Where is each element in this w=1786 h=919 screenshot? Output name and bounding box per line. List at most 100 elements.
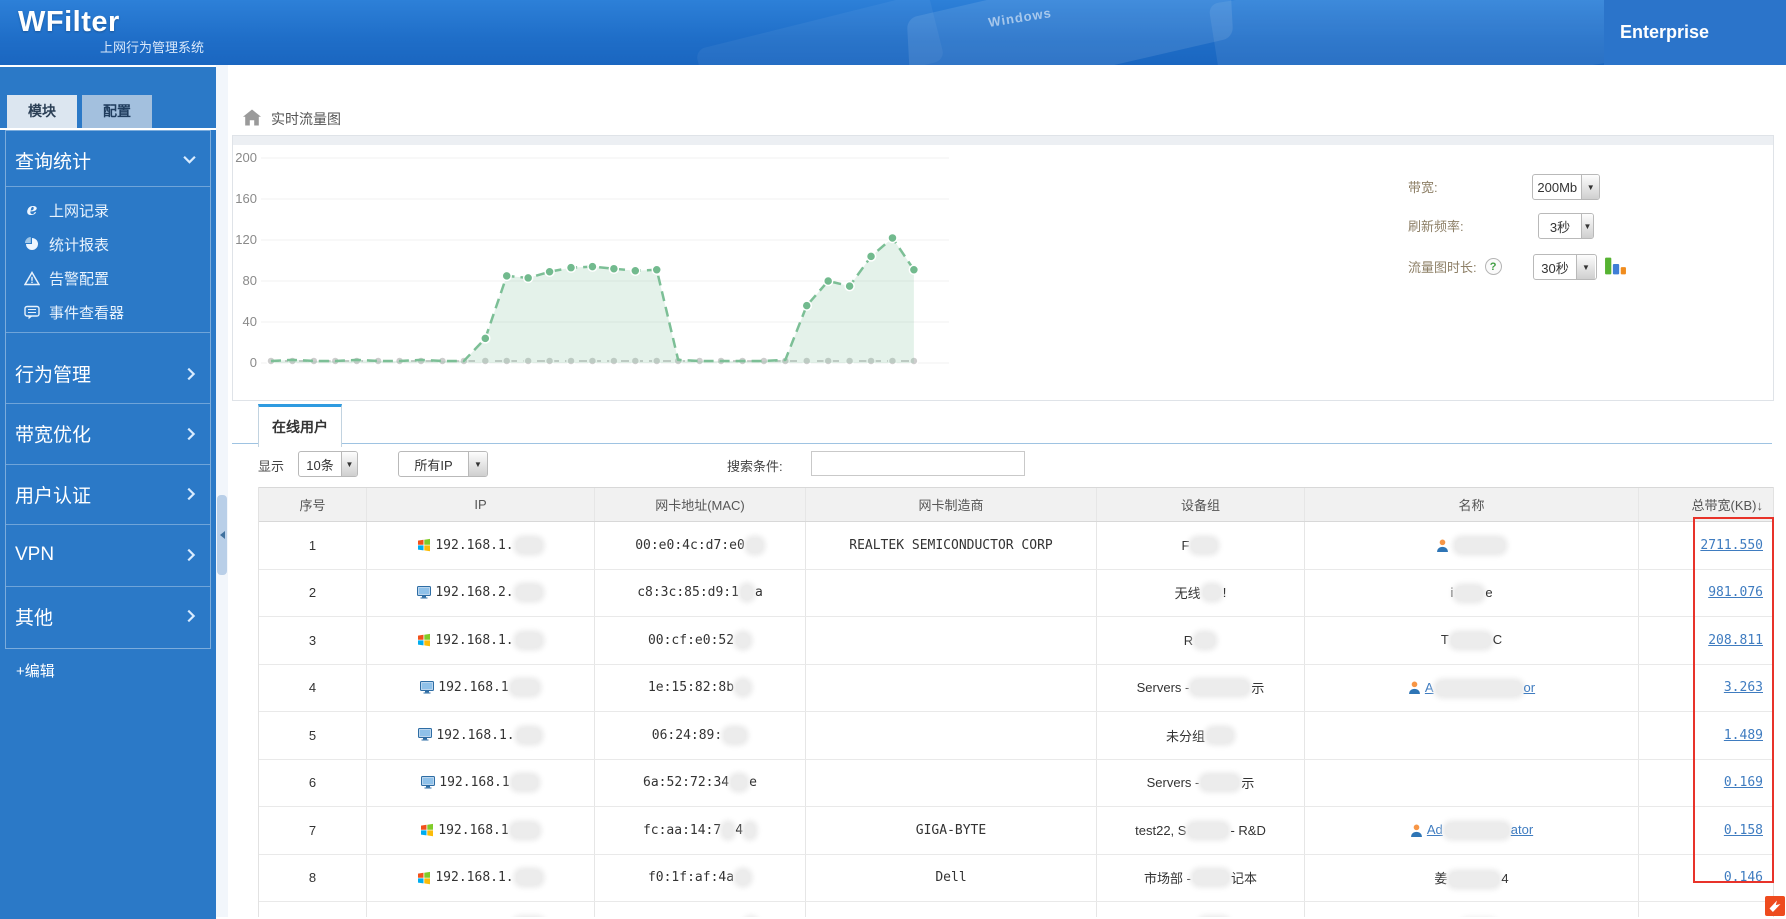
sidebar-section-query-stats[interactable]: 查询统计 (6, 134, 210, 186)
censored-region (1449, 872, 1500, 888)
sidebar-section-5[interactable]: 其他 (6, 586, 210, 646)
table-row: 4 192.168.1 1e:15:82:8b Servers - 示 Aor 3.263 (259, 664, 1773, 712)
sidebar-section-3[interactable]: 用户认证 (6, 464, 210, 524)
chevron-right-icon (187, 609, 196, 623)
help-icon[interactable]: ? (1484, 258, 1502, 275)
cell-total-bandwidth: 0.146 (1639, 855, 1773, 902)
bandwidth-link[interactable]: 208.811 (1708, 633, 1763, 648)
tab-modules[interactable]: 模块 (7, 95, 77, 128)
windows-icon (417, 538, 431, 552)
column-header-3[interactable]: 网卡地址(MAC) (595, 488, 806, 521)
y-tick-label: 40 (243, 314, 257, 329)
cell-mac: c8:3c:85:d9:1 a (595, 569, 806, 616)
bandwidth-link[interactable]: 2711.550 (1700, 538, 1763, 553)
sidebar-item-1[interactable]: e 上网记录 (6, 195, 210, 225)
cell-ip: 192.168.1. (367, 617, 595, 664)
column-header-4[interactable]: 网卡制造商 (806, 488, 1097, 521)
cell-group: 市场部 - 记本 (1097, 854, 1305, 901)
column-header-2[interactable]: IP (367, 488, 595, 521)
dropdown-arrow-icon: ▼ (1581, 214, 1593, 238)
cell-total-bandwidth: 1.489 (1639, 712, 1773, 759)
cell-ip: 192.168.2. (367, 569, 595, 616)
user-link[interactable]: Ad ator (1426, 822, 1533, 839)
refresh-select[interactable]: 3秒 ▼ (1538, 213, 1594, 239)
search-input[interactable] (811, 451, 1025, 476)
y-tick-label: 160 (235, 191, 257, 206)
cell-total-bandwidth: 0.158 (1639, 807, 1773, 854)
censored-region (510, 680, 539, 696)
text-fragment: R (1183, 632, 1194, 648)
bandwidth-link[interactable]: 981.076 (1708, 585, 1763, 600)
breadcrumb: 实时流量图 (243, 109, 341, 129)
tab-config[interactable]: 配置 (82, 95, 152, 128)
y-tick-label: 200 (235, 150, 257, 165)
text-fragment: Ad (1426, 822, 1443, 838)
report-icon (23, 236, 41, 252)
page-title: 实时流量图 (271, 111, 341, 127)
bandwidth-link[interactable]: 3.263 (1724, 680, 1763, 695)
cell-vendor (806, 664, 1097, 711)
sidebar-edit-button[interactable]: +编辑 (16, 660, 55, 681)
sidebar-section-2[interactable]: 带宽优化 (6, 403, 210, 464)
collapse-left-icon (219, 531, 225, 539)
traffic-data-point (801, 300, 812, 311)
sidebar-item-2[interactable]: 统计报表 (6, 229, 210, 259)
sidebar-section-label: 行为管理 (15, 365, 92, 386)
cell-total-bandwidth: 2711.550 (1639, 522, 1773, 569)
page-size-select[interactable]: 10条 ▼ (298, 451, 358, 477)
text-fragment: e (749, 775, 757, 791)
keyboard-photo-decoration (1208, 0, 1652, 65)
column-header-1[interactable]: 序号 (259, 488, 367, 521)
cell-index: 1 (259, 522, 367, 569)
cell-group: F (1097, 522, 1305, 569)
user-link[interactable] (1453, 537, 1507, 554)
chevron-right-icon (187, 427, 196, 440)
tab-online-users[interactable]: 在线用户 (258, 404, 342, 447)
censored-region (1188, 822, 1229, 838)
user-link[interactable]: Aor (1425, 680, 1535, 696)
floating-badge-icon[interactable] (1765, 896, 1785, 916)
cell-mac: 00:25:11:d7:f (595, 902, 806, 917)
cell-vendor: GIGA-BYTE (806, 807, 1097, 854)
bandwidth-select[interactable]: 200Mb ▼ (1532, 174, 1600, 200)
search-label: 搜索条件: (727, 459, 783, 474)
browser-icon: e (26, 200, 38, 220)
ip-filter-select[interactable]: 所有IP ▼ (398, 451, 488, 477)
keyboard-photo-decoration (906, 0, 1234, 65)
bar-chart-icon[interactable] (1604, 253, 1627, 282)
traffic-data-point (565, 262, 577, 273)
sidebar-item-3[interactable]: 告警配置 (6, 263, 210, 293)
table-row: 7 192.168.1 fc:aa:14:7 4 GIGA-BYTE test22, S … (259, 807, 1773, 855)
censored-region (510, 822, 539, 838)
column-header-7[interactable]: 总带宽(KB)↓ (1639, 488, 1773, 521)
cell-vendor (806, 759, 1097, 806)
cell-total-bandwidth: 981.076 (1639, 570, 1773, 617)
column-header-5[interactable]: 设备组 (1097, 488, 1305, 521)
traffic-data-point (587, 261, 598, 272)
censored-region (1202, 585, 1221, 601)
cell-index: 5 (259, 712, 367, 759)
bandwidth-link[interactable]: 0.158 (1724, 823, 1763, 838)
censored-region (515, 537, 542, 553)
bandwidth-link[interactable]: 1.489 (1724, 728, 1763, 743)
user-name: ie (1450, 585, 1493, 601)
sidebar-collapse-handle[interactable] (217, 495, 227, 575)
cell-ip: 192.168.1. (367, 854, 595, 901)
duration-select[interactable]: 30秒 ▼ (1533, 254, 1597, 280)
cell-vendor (806, 712, 1097, 759)
y-tick-label: 80 (243, 273, 257, 288)
bandwidth-link[interactable]: 0.146 (1724, 870, 1763, 885)
bandwidth-link[interactable]: 0.169 (1724, 775, 1763, 790)
home-icon[interactable] (243, 109, 261, 131)
column-header-6[interactable]: 名称 (1305, 488, 1639, 521)
text-fragment: 记本 (1230, 871, 1257, 887)
censored-region (1444, 823, 1509, 839)
traffic-data-point (501, 270, 512, 282)
table-row: 2 192.168.2. c8:3c:85:d9:1 a 无线! i e 981.076 (259, 569, 1773, 617)
sidebar-item-4[interactable]: 事件查看器 (6, 297, 210, 327)
sidebar-section-4[interactable]: VPN (6, 524, 210, 586)
censored-region (736, 870, 751, 886)
sidebar-section-1[interactable]: 行为管理 (6, 344, 210, 403)
app-subtitle: 上网行为管理系统 (100, 40, 205, 55)
cell-ip: 192.168.1. (367, 522, 595, 569)
